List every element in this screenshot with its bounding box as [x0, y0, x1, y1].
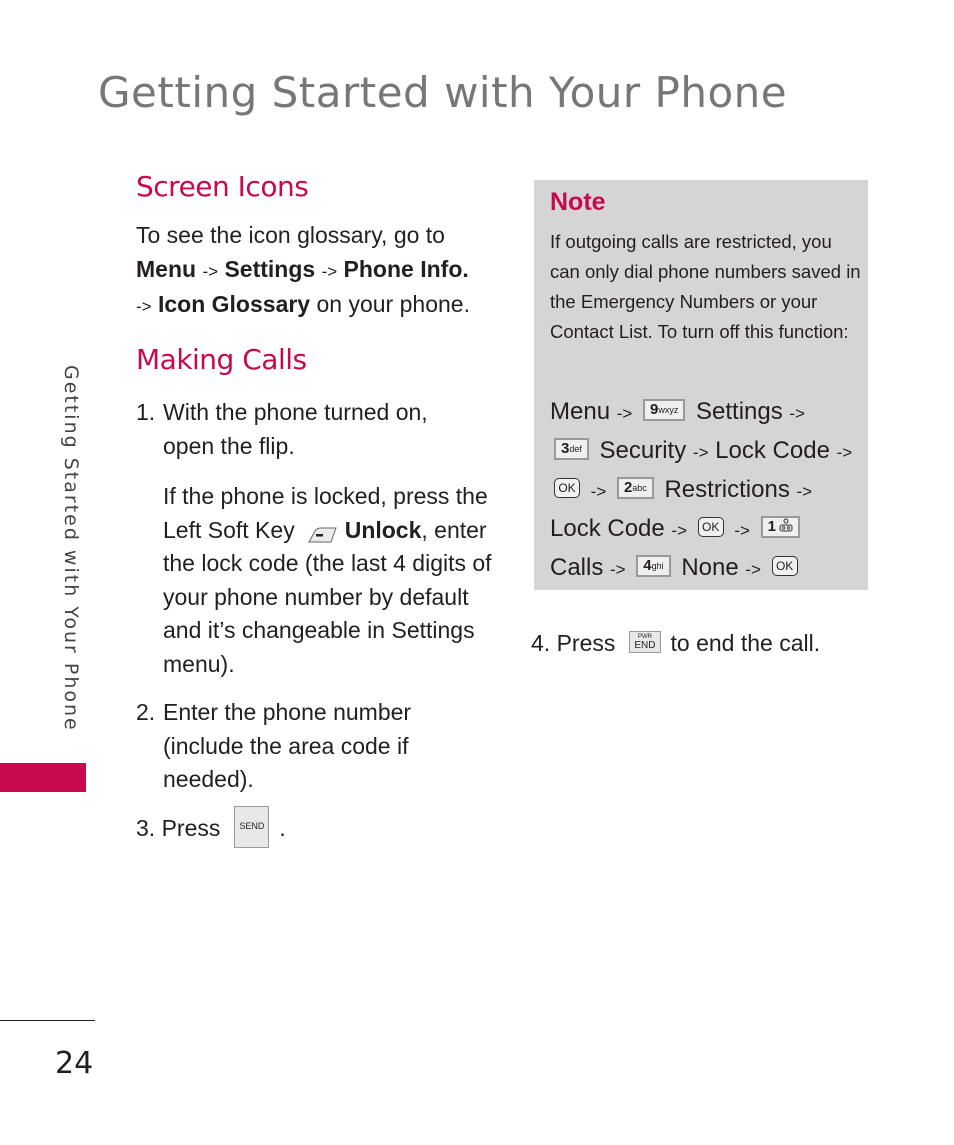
screen-icons-heading: Screen Icons — [136, 170, 309, 203]
screen-icons-intro: To see the icon glossary, go to — [136, 222, 445, 248]
security-label: Security — [599, 437, 687, 464]
arrow: -> — [789, 404, 805, 423]
key-3-icon: 3def — [554, 437, 589, 460]
key-4-icon: 4ghi — [636, 554, 671, 577]
arrow: -> — [616, 404, 633, 423]
step-3: 3. Press SEND. — [136, 806, 466, 851]
step-suffix: to end the call. — [670, 630, 821, 656]
step-2: 2. Enter the phone number (include the a… — [136, 696, 466, 797]
icon-glossary-label: Icon Glossary — [157, 291, 311, 317]
note-text: If outgoing calls are restricted, you ca… — [550, 231, 861, 342]
step-number: 3. — [136, 814, 156, 841]
arrow: -> — [745, 560, 761, 579]
key-9-icon: 9wxyz — [642, 398, 686, 421]
note-key-path: Menu -> 9wxyz Settings -> 3def Security … — [550, 393, 870, 588]
menu-label: Menu — [136, 255, 197, 282]
making-calls-heading: Making Calls — [136, 343, 307, 376]
key-letters: def — [569, 443, 582, 454]
arrow: -> — [796, 482, 813, 501]
send-key-icon: SEND — [234, 806, 270, 848]
step-1-detail: If the phone is locked, press the Left S… — [163, 480, 493, 681]
arrow: -> — [136, 297, 152, 316]
left-soft-key-icon — [307, 520, 337, 543]
ok-key-icon: OK — [771, 555, 798, 576]
arrow: -> — [692, 443, 709, 462]
screen-icons-suffix: on your phone. — [316, 291, 470, 317]
settings-label: Settings — [696, 398, 783, 425]
step-number: 1. — [136, 399, 156, 425]
arrow: -> — [610, 560, 626, 579]
key-letters: ghi — [651, 560, 664, 571]
voicemail-icon — [779, 518, 793, 532]
key-1-icon: 1 — [760, 515, 800, 538]
step-text: Press — [556, 630, 616, 656]
settings-label: Settings — [224, 255, 316, 282]
page-number: 24 — [55, 1046, 94, 1081]
key-letters: abc — [632, 482, 647, 493]
menu-label: Menu — [550, 398, 611, 425]
arrow: -> — [836, 443, 853, 462]
arrow: -> — [671, 521, 688, 540]
lock-code-label: Lock Code — [715, 437, 830, 464]
arrow: -> — [590, 482, 607, 501]
key-2-icon: 2abc — [616, 476, 654, 499]
calls-label: Calls — [550, 554, 604, 581]
end-key-icon: PWR END — [629, 630, 661, 653]
none-label: None — [681, 554, 739, 581]
unlock-label: Unlock — [344, 516, 422, 543]
phone-info-label: Phone Info. — [343, 255, 469, 282]
footer-rule — [0, 1020, 95, 1021]
side-tab-marker — [0, 763, 86, 792]
end-key-label: END — [634, 639, 656, 651]
note-box: Note If outgoing calls are restricted, y… — [534, 180, 868, 590]
lock-code-label: Lock Code — [550, 515, 665, 542]
side-tab-label: Getting Started with Your Phone — [60, 365, 82, 732]
step-number: 4. — [531, 630, 551, 656]
step-text: With the phone turned on, open the flip. — [163, 399, 428, 459]
ok-key-icon: OK — [554, 477, 580, 498]
step-text: Enter the phone number (include the area… — [163, 699, 412, 792]
key-digit: 4 — [643, 556, 652, 574]
step-suffix: . — [279, 814, 286, 841]
ok-key-icon: OK — [697, 516, 724, 537]
screen-icons-paragraph: To see the icon glossary, go to Menu -> … — [136, 219, 496, 324]
key-digit: 1 — [767, 517, 776, 535]
step-4: 4. Press PWR END to end the call. — [531, 627, 871, 661]
step-1: 1. With the phone turned on, open the fl… — [136, 396, 466, 463]
note-title: Note — [550, 188, 606, 216]
arrow: -> — [734, 521, 750, 540]
arrow: -> — [321, 261, 338, 281]
step-number: 2. — [136, 699, 156, 725]
arrow: -> — [202, 261, 219, 281]
step-text: Press — [161, 814, 221, 841]
key-letters: wxyz — [658, 404, 679, 415]
restrictions-label: Restrictions — [664, 476, 790, 503]
page-title: Getting Started with Your Phone — [98, 68, 788, 117]
